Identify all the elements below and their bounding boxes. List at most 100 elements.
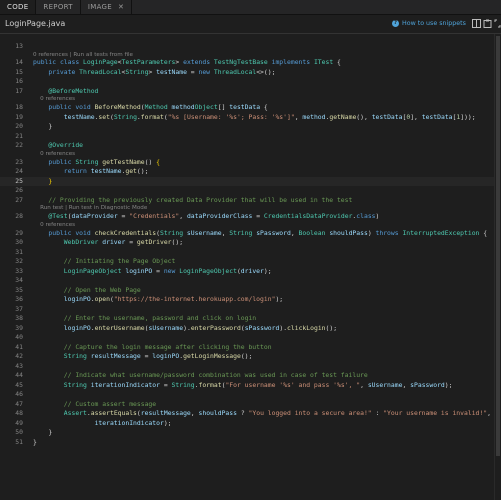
line-number: 50 [15, 428, 23, 436]
code-text[interactable]: } [33, 428, 52, 436]
code-token: public void [48, 103, 95, 112]
expand-icon[interactable] [493, 19, 501, 28]
line-number: 13 [15, 42, 23, 50]
code-token: getDriver [136, 238, 172, 246]
code-text[interactable]: // Indicate what username/password combi… [33, 371, 368, 379]
line-number: 25 [15, 176, 23, 185]
code-text[interactable]: private ThreadLocal<String> testName = n… [33, 68, 275, 76]
close-icon[interactable]: ✕ [118, 3, 124, 11]
code-line: 41 // Capture the login message after cl… [0, 343, 501, 353]
code-line: 13 [0, 42, 501, 52]
line-number: 27 [15, 195, 23, 204]
snippets-help-link[interactable]: ? How to use snippets [392, 20, 466, 27]
code-token: TestNgTestBase [213, 58, 272, 67]
code-token: Object [194, 103, 218, 112]
code-token: { [333, 58, 341, 67]
code-token: sPassword [410, 380, 445, 389]
tab-report[interactable]: REPORT [36, 0, 81, 14]
code-token: String [63, 380, 91, 389]
code-text[interactable]: LoginPageObject loginPO = new LoginPageO… [33, 267, 272, 275]
code-text[interactable]: WebDriver driver = getDriver(); [33, 238, 183, 246]
code-token: public [48, 157, 76, 166]
code-line: 33 LoginPageObject loginPO = new LoginPa… [0, 267, 501, 277]
code-text[interactable]: // Providing the previously created Data… [33, 196, 352, 204]
code-token: getName [329, 112, 357, 121]
code-token: new [198, 67, 214, 76]
code-token: return [63, 167, 91, 176]
codelens-text[interactable]: Run test | Run test in Diagnostic Mode [33, 205, 147, 211]
code-token: checkCredentials [94, 228, 157, 237]
code-text[interactable]: public void checkCredentials(String sUse… [33, 229, 487, 237]
codelens-text[interactable]: 0 references [33, 151, 75, 157]
scrollbar-thumb[interactable] [496, 36, 500, 456]
code-token: } [48, 176, 53, 185]
code-text[interactable]: return testName.get(); [33, 167, 149, 176]
code-text[interactable]: } [33, 177, 52, 185]
code-text[interactable]: @BeforeMethod [33, 87, 98, 95]
code-text[interactable]: // Open the Web Page [33, 286, 141, 294]
code-text[interactable]: String iterationIndicator = String.forma… [33, 381, 453, 389]
code-text[interactable]: // Initiating the Page Object [33, 257, 176, 265]
code-text[interactable]: @Test(dataProvider = "Credentials", data… [33, 212, 379, 220]
code-line: 50 } [0, 428, 501, 438]
code-text[interactable]: } [33, 438, 37, 446]
code-text[interactable]: @Override [33, 141, 83, 149]
split-icon[interactable] [472, 19, 481, 28]
code-token: LoginPage [83, 58, 118, 67]
code-text[interactable]: iterationIndicator); [33, 419, 172, 427]
code-line: 45 String iterationIndicator = String.fo… [0, 381, 501, 391]
code-line: 16 [0, 77, 501, 87]
code-text[interactable]: // Enter the username, password and clic… [33, 314, 256, 322]
code-line: 38 // Enter the username, password and c… [0, 314, 501, 324]
code-token: format [140, 112, 164, 121]
code-text[interactable]: // Custom assert message [33, 400, 156, 408]
code-token: > [148, 67, 157, 76]
code-token: public [33, 58, 60, 67]
code-text[interactable]: String resultMessage = loginPO.getLoginM… [33, 352, 253, 360]
line-number: 16 [15, 77, 23, 86]
vertical-scrollbar[interactable] [494, 34, 501, 500]
tab-image[interactable]: IMAGE ✕ [81, 0, 133, 14]
code-token: method [171, 103, 195, 112]
code-text[interactable]: // Capture the login message after click… [33, 343, 272, 351]
code-text[interactable]: } [33, 122, 52, 130]
code-token: } [33, 428, 53, 436]
code-text[interactable]: public class LoginPage<TestParameters> e… [33, 58, 341, 66]
code-line: 36 loginPO.open("https://the-internet.he… [0, 295, 501, 305]
code-token: String [229, 228, 257, 237]
code-text[interactable]: loginPO.enterUsername(sUsername).enterPa… [33, 324, 337, 332]
code-line: 22 @Override [0, 141, 501, 151]
codelens-text[interactable]: 0 references [33, 96, 75, 102]
code-token: sUsername [148, 323, 184, 332]
code-token: assertEquals [90, 409, 137, 417]
code-token: driver [102, 238, 126, 246]
code-text[interactable]: testName.set(String.format("%s [Username… [33, 113, 476, 121]
line-number: 15 [15, 67, 23, 76]
code-text[interactable]: public void BeforeMethod(Method methodOb… [33, 103, 267, 112]
code-line: 15 private ThreadLocal<String> testName … [0, 68, 501, 78]
code-token: implements [271, 58, 314, 67]
code-token: public void [48, 228, 95, 237]
code-text[interactable]: Assert.assertEquals(resultMessage, shoul… [33, 409, 491, 417]
code-editor[interactable]: 13 0 references | Run all tests from file… [0, 34, 501, 500]
tab-code[interactable]: CODE [0, 0, 37, 14]
codelens-text[interactable]: 0 references [33, 222, 75, 228]
code-text[interactable]: loginPO.open("https://the-internet.herok… [33, 295, 283, 303]
code-text[interactable]: public String getTestName() { [33, 158, 160, 166]
codelens: 0 references | Run all tests from file [0, 52, 501, 59]
codelens-text[interactable]: 0 references | Run all tests from file [33, 52, 133, 58]
code-line: 40 [0, 333, 501, 343]
clipboard-icon[interactable] [483, 19, 492, 28]
code-token: , [360, 380, 368, 389]
